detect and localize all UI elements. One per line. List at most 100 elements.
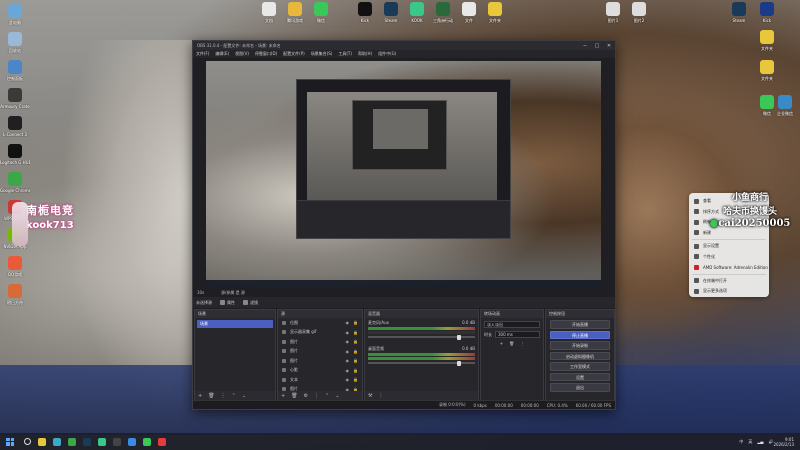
settings-button[interactable]: 设置 (550, 372, 610, 381)
desktop-icon[interactable]: 明日方舟 (0, 284, 30, 314)
preview-mode[interactable]: 源/参属 是 源 (221, 290, 245, 296)
eye-icon[interactable]: ◉ (346, 377, 350, 382)
obs-menu-item[interactable]: 帮助(H) (358, 51, 372, 57)
desktop-icon[interactable]: Logitech G HUB (0, 144, 30, 174)
context-menu-item[interactable]: 显示更多选项 (689, 286, 769, 297)
filters-button[interactable]: 滤镜 (243, 300, 258, 306)
desktop-icon[interactable]: 微信 (306, 2, 336, 32)
start-virtual-camera-button[interactable]: 启动虚拟摄像机 (550, 351, 610, 360)
desktop-icon[interactable]: 回收站 (0, 32, 30, 62)
obs-menu-item[interactable]: 配置文件(P) (283, 51, 305, 57)
obs-menu-item[interactable]: 组件中(G) (378, 51, 396, 57)
lock-icon[interactable]: 🔒 (353, 377, 358, 382)
lock-icon[interactable]: 🔒 (353, 330, 358, 335)
eye-icon[interactable]: ◉ (346, 368, 350, 373)
lock-icon[interactable]: 🔒 (353, 358, 358, 363)
obs-preview-canvas[interactable] (206, 61, 601, 287)
taskbar-app-steam[interactable] (83, 437, 91, 446)
eye-icon[interactable]: ◉ (346, 339, 350, 344)
eye-icon[interactable]: ◉ (346, 330, 350, 335)
network-icon[interactable]: ▂▄ (757, 439, 763, 444)
taskbar-app-file-explorer[interactable] (38, 437, 46, 446)
eye-icon[interactable]: ◉ (346, 320, 350, 325)
search-icon[interactable] (24, 438, 31, 445)
trash-icon[interactable]: 🗑 (509, 341, 514, 346)
desktop-icon[interactable]: 企业微信 (770, 95, 800, 125)
desktop-icon[interactable]: Kick (752, 2, 782, 32)
lock-icon[interactable]: 🔒 (353, 339, 358, 344)
obs-menu-item[interactable]: 视图(V) (235, 51, 249, 57)
source-item[interactable]: 显示器采集 gif ◉ 🔒 (278, 328, 362, 338)
clock[interactable]: 9:01 2026/2/13 (773, 437, 794, 447)
duration-input[interactable]: 300 ms (495, 331, 540, 338)
desktop-icon[interactable]: 此电脑 (0, 4, 30, 34)
volume-slider[interactable] (368, 334, 475, 340)
context-menu-item[interactable]: 显示设置 (689, 241, 769, 252)
stop-streaming-button[interactable]: 停止直播 (550, 330, 610, 339)
tray-ime-2[interactable]: 英 (748, 439, 752, 445)
more-icon[interactable]: ⋮ (221, 393, 226, 399)
close-icon[interactable]: ✕ (603, 43, 615, 49)
taskbar-app-music[interactable] (158, 437, 166, 446)
taskbar-app-edge[interactable] (53, 437, 61, 446)
more-icon[interactable]: ⋮ (378, 393, 383, 399)
context-menu-item[interactable]: 在终端中打开 (689, 276, 769, 287)
desktop-icon[interactable]: 文件夹 (752, 60, 782, 90)
minimize-icon[interactable]: ─ (579, 43, 591, 49)
more-icon[interactable]: ⋮ (520, 341, 524, 346)
taskbar-app-obs[interactable] (113, 437, 121, 446)
transition-type-select[interactable]: 淡入淡出 (484, 321, 540, 328)
trash-icon[interactable]: 🗑 (208, 393, 214, 399)
exit-button[interactable]: 退出 (550, 383, 610, 392)
down-icon[interactable]: ⌄ (335, 393, 339, 399)
obs-menu-item[interactable]: 工具(T) (338, 51, 352, 57)
volume-slider[interactable] (368, 360, 475, 366)
up-icon[interactable]: ⌃ (325, 393, 329, 399)
taskbar-app-qq[interactable] (128, 437, 136, 446)
desktop-icon[interactable]: 图片2 (624, 2, 654, 32)
desktop-icon[interactable]: 文件夹 (752, 30, 782, 60)
eye-icon[interactable]: ◉ (346, 358, 350, 363)
studio-mode-button[interactable]: 工作室模式 (550, 362, 610, 371)
source-item[interactable]: 文本 ◉ 🔒 (278, 375, 362, 385)
scene-item[interactable]: 场景 (197, 320, 273, 328)
context-menu-item[interactable]: AMD Software: Adrenalin Edition (689, 262, 769, 273)
tray-ime-1[interactable]: 中 (739, 439, 743, 445)
start-button[interactable] (6, 437, 14, 446)
up-icon[interactable]: ⌃ (232, 393, 236, 399)
add-icon[interactable]: + (500, 341, 503, 346)
desktop-icon[interactable]: Steam (724, 2, 754, 32)
taskbar-app-kook[interactable] (98, 437, 106, 446)
source-item[interactable]: 图片 ◉ 🔒 (278, 347, 362, 357)
source-item[interactable]: 图片 ◉ 🔒 (278, 356, 362, 366)
source-item[interactable]: 图片 ◉ 🔒 (278, 337, 362, 347)
trash-icon[interactable]: 🗑 (291, 393, 297, 399)
lock-icon[interactable]: 🔒 (353, 349, 358, 354)
add-icon[interactable]: + (281, 393, 285, 399)
lock-icon[interactable]: 🔒 (353, 320, 358, 325)
eye-icon[interactable]: ◉ (346, 349, 350, 354)
taskbar-app-chrome[interactable] (68, 437, 76, 446)
source-item[interactable]: 心脏 ◉ 🔒 (278, 366, 362, 376)
source-item[interactable]: 位图 ◉ 🔒 (278, 318, 362, 328)
desktop-icon[interactable]: Armoury Crate (0, 88, 30, 118)
obs-menu-item[interactable]: 文件(F) (196, 51, 209, 57)
preview-zoom[interactable]: 10s (197, 290, 204, 295)
context-menu-item[interactable]: 个性化 (689, 252, 769, 263)
obs-menu-item[interactable]: 停靠窗口(D) (255, 51, 277, 57)
start-recording-button[interactable]: 开始录制 (550, 341, 610, 350)
lock-icon[interactable]: 🔒 (353, 368, 358, 373)
obs-menu-item[interactable]: 场景集合(S) (311, 51, 333, 57)
down-icon[interactable]: ⌄ (242, 393, 246, 399)
desktop-icon[interactable]: 控制面板 (0, 60, 30, 90)
desktop-icon[interactable]: QQ游戏 (0, 256, 30, 286)
properties-button[interactable]: 属性 (220, 300, 235, 306)
obs-titlebar[interactable]: OBS 31.0.4 - 配置文件: 未命名 - 场景: 未命名 ─ □ ✕ (193, 41, 615, 50)
gear-icon[interactable]: ⚙ (304, 393, 308, 399)
obs-menu-item[interactable]: 编辑(E) (215, 51, 229, 57)
taskbar-app-wechat[interactable] (143, 437, 151, 446)
start-streaming-button[interactable]: 开始直播 (550, 320, 610, 329)
wrench-icon[interactable]: ⚒ (368, 393, 372, 399)
more-icon[interactable]: ⋮ (314, 393, 319, 399)
desktop-icon[interactable]: L-Connect 3 (0, 116, 30, 146)
